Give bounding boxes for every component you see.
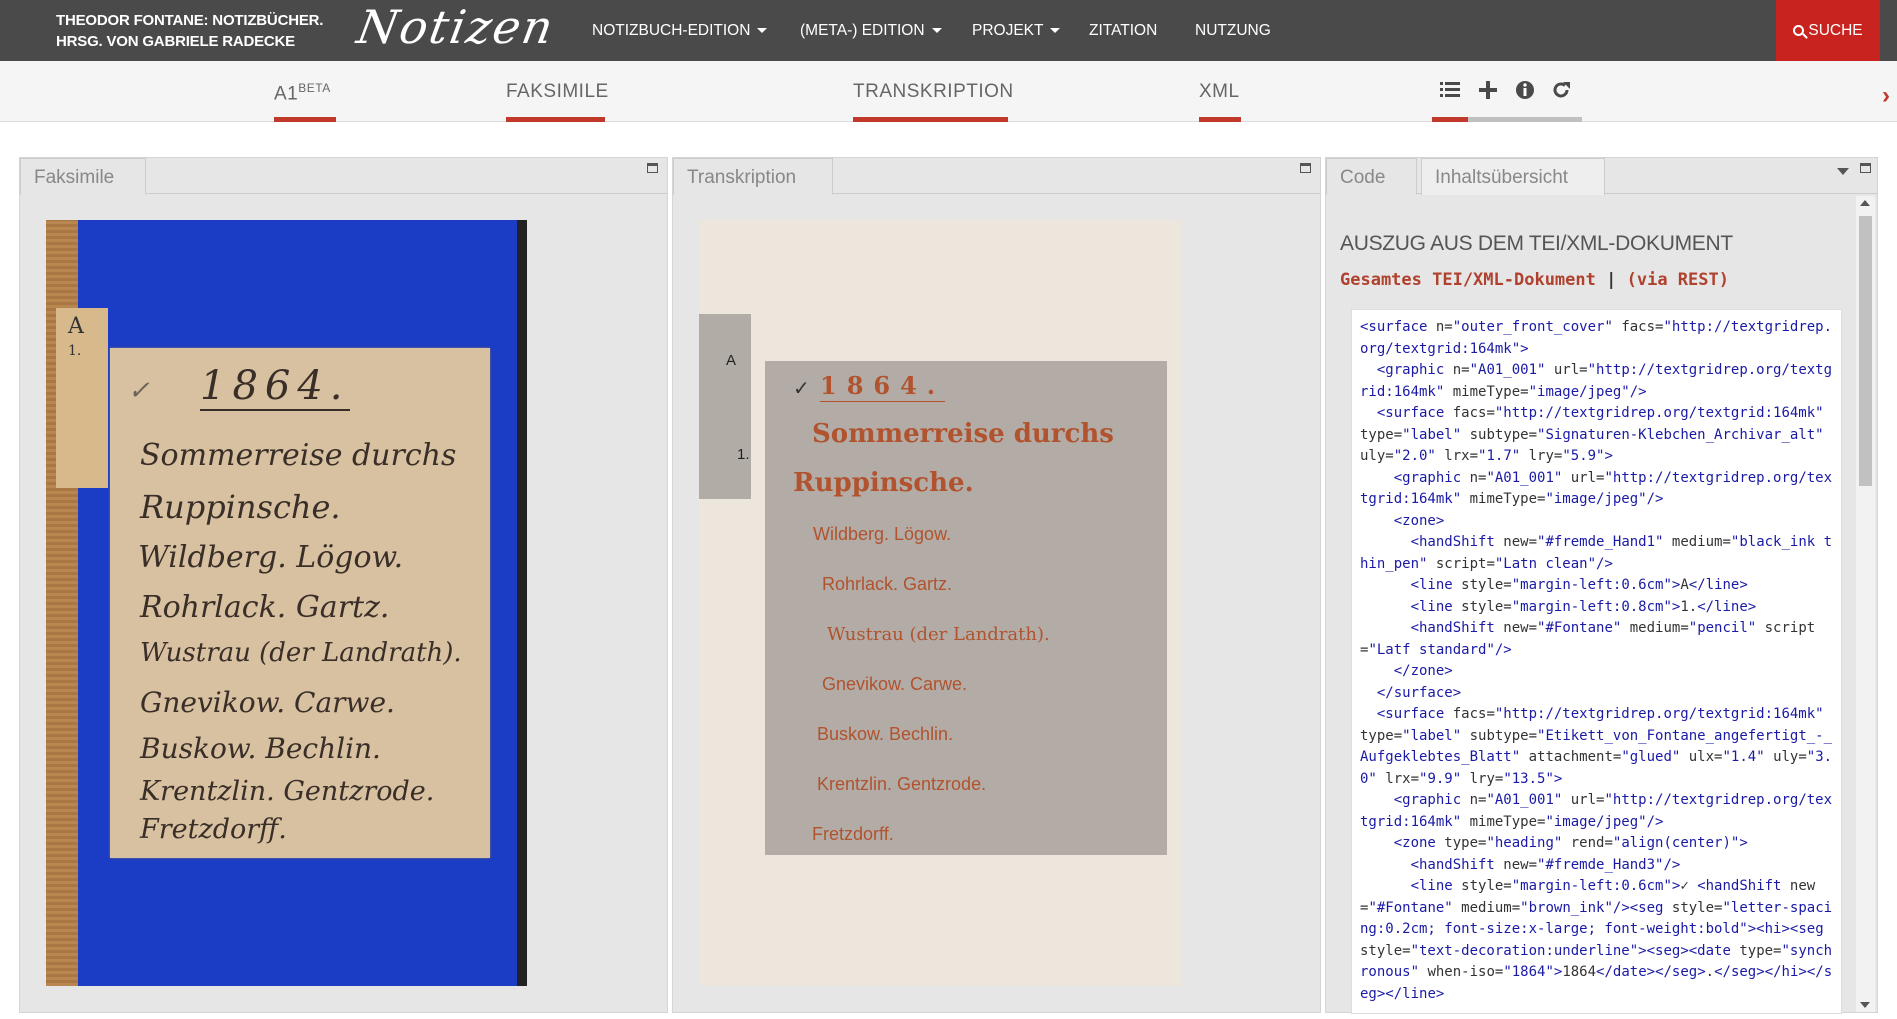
search-icon <box>1793 25 1805 36</box>
maximize-icon[interactable] <box>647 163 658 173</box>
beta-badge: BETA <box>298 81 331 95</box>
scrollbar[interactable] <box>1856 196 1875 1012</box>
tab-transkription[interactable]: TRANSKRIPTION <box>853 61 1013 122</box>
place-line: Wildberg. Lögow. <box>813 524 952 544</box>
top-navbar: THEODOR FONTANE: NOTIZBÜCHER. HRSG. VON … <box>0 0 1897 61</box>
hw-line: Rohrlack. Gartz. <box>140 590 390 625</box>
tab-faksimile-panel[interactable]: Faksimile <box>20 158 146 195</box>
tab-underline <box>1199 117 1241 122</box>
panel-tabs: Transkription <box>673 158 1320 195</box>
title-line-1: Sommerreise durchs <box>812 419 1114 449</box>
brand-line-2: HRSG. VON GABRIELE RADECKE <box>56 33 295 50</box>
place-line: Fretzdorff. <box>812 824 894 844</box>
sig-1: 1. <box>68 343 82 359</box>
faksimile-panel: Faksimile A 1. ✓ 1864. Sommerreise durch… <box>19 157 668 1013</box>
handwritten-label: ✓ 1864. Sommerreise durchs Ruppinsche. W… <box>110 348 490 858</box>
tab-a1[interactable]: A1BETA <box>274 61 336 122</box>
site-brand[interactable]: THEODOR FONTANE: NOTIZBÜCHER. HRSG. VON … <box>56 10 323 52</box>
nav-label: ZITATION <box>1089 21 1158 39</box>
sig-a: A <box>726 352 737 369</box>
nav-nutzung[interactable]: NUTZUNG <box>1195 0 1271 61</box>
tab-transkription-panel[interactable]: Transkription <box>673 158 833 195</box>
chevron-right-icon[interactable]: › <box>1882 82 1890 110</box>
sig-1: 1. <box>737 446 750 463</box>
caret-down-icon <box>931 28 942 33</box>
dropdown-icon[interactable] <box>1837 168 1849 176</box>
nav-label: PROJEKT <box>972 21 1044 39</box>
check-mark: ✓ <box>128 376 150 406</box>
scroll-down-icon[interactable] <box>1860 1002 1870 1008</box>
place-line: Rohrlack. Gartz. <box>822 574 953 594</box>
plus-icon[interactable] <box>1477 79 1499 101</box>
search-label: SUCHE <box>1808 21 1863 39</box>
code-heading: AUSZUG AUS DEM TEI/XML-DOKUMENT <box>1340 232 1733 255</box>
transcription-label: ✓ 1864. Sommerreise durchs Ruppinsche. W… <box>765 361 1167 855</box>
hw-line: Wildberg. Lögow. <box>138 540 404 575</box>
tab-inhaltsuebersicht[interactable]: Inhaltsübersicht <box>1421 158 1605 195</box>
place-line: Gnevikow. Carwe. <box>822 674 968 694</box>
tab-underline <box>506 117 605 122</box>
tab-label: XML <box>1199 81 1240 102</box>
refresh-icon[interactable] <box>1550 79 1572 101</box>
tab-label: FAKSIMILE <box>506 81 609 102</box>
tab-underline <box>274 117 336 122</box>
nav-label: NOTIZBUCH-EDITION <box>592 21 751 39</box>
nav-zitation[interactable]: ZITATION <box>1089 0 1157 61</box>
tools-underline-active <box>1432 117 1468 122</box>
tab-faksimile[interactable]: FAKSIMILE <box>506 61 608 122</box>
nav-notizbuch-edition[interactable]: NOTIZBUCH-EDITION <box>592 0 768 61</box>
check-mark: ✓ <box>793 378 810 400</box>
transcription-signature: A 1. <box>699 314 751 499</box>
maximize-icon[interactable] <box>1860 163 1871 173</box>
full-document-link[interactable]: Gesamtes TEI/XML-Dokument <box>1340 270 1596 290</box>
link-separator: | <box>1606 270 1617 290</box>
hw-line: Fretzdorff. <box>140 814 287 845</box>
tab-code[interactable]: Code <box>1326 158 1417 195</box>
xml-code-block[interactable]: <surface n="outer_front_cover" facs="htt… <box>1351 309 1842 1014</box>
nav-projekt[interactable]: PROJEKT <box>972 0 1061 61</box>
transkription-panel: Transkription A 1. ✓ 1864. Sommerreise d… <box>672 157 1321 1013</box>
nav-label: (META-) EDITION <box>800 21 925 39</box>
scroll-up-icon[interactable] <box>1860 200 1870 206</box>
nav-meta-edition[interactable]: (META-) EDITION <box>800 0 942 61</box>
hw-line: Sommerreise durchs <box>140 438 457 473</box>
view-tabs-bar: A1BETA FAKSIMILE TRANSKRIPTION XML <box>0 61 1897 122</box>
caret-down-icon <box>1050 28 1061 33</box>
transcription-page: A 1. ✓ 1864. Sommerreise durchs Ruppinsc… <box>699 220 1181 986</box>
place-line: Wustrau (der Landrath). <box>827 624 1050 645</box>
tools-underline <box>1432 117 1582 122</box>
sig-a: A <box>68 314 84 339</box>
scroll-thumb[interactable] <box>1859 216 1872 486</box>
hw-line: Wustrau (der Landrath). <box>140 638 462 668</box>
facsimile-image[interactable]: A 1. ✓ 1864. Sommerreise durchs Ruppinsc… <box>46 220 527 986</box>
nav-label: NUTZUNG <box>1195 21 1271 39</box>
tab-underline <box>853 117 1008 122</box>
code-links: Gesamtes TEI/XML-Dokument | (via REST) <box>1340 270 1729 290</box>
notizen-logo[interactable]: Notizen <box>353 0 559 54</box>
tab-label: TRANSKRIPTION <box>853 81 1014 102</box>
brand-line-1: THEODOR FONTANE: NOTIZBÜCHER. <box>56 12 324 29</box>
hw-line: Krentzlin. Gentzrode. <box>140 776 435 807</box>
rest-link[interactable]: (via REST) <box>1627 270 1729 290</box>
hw-year: 1864. <box>200 363 350 411</box>
panel-tabs: Faksimile <box>20 158 667 195</box>
panel-tabs: Code Inhaltsübersicht <box>1326 158 1877 195</box>
book-edge <box>517 220 527 986</box>
list-icon[interactable] <box>1439 79 1461 101</box>
title-line-2: Ruppinsche. <box>793 468 974 498</box>
hw-line: Ruppinsche. <box>140 488 341 526</box>
place-line: Krentzlin. Gentzrode. <box>817 774 987 794</box>
hw-line: Gnevikow. Carwe. <box>140 686 395 719</box>
hw-line: Buskow. Bechlin. <box>140 732 381 765</box>
year-heading: 1864. <box>820 371 946 402</box>
info-icon[interactable] <box>1514 79 1536 101</box>
tab-xml[interactable]: XML <box>1199 61 1241 122</box>
place-line: Buskow. Bechlin. <box>817 724 954 744</box>
code-panel: Code Inhaltsübersicht AUSZUG AUS DEM TEI… <box>1325 157 1878 1014</box>
signature-label: A 1. <box>56 308 108 488</box>
maximize-icon[interactable] <box>1300 163 1311 173</box>
notebook-id: A1 <box>274 83 299 105</box>
search-button[interactable]: SUCHE <box>1776 0 1880 61</box>
caret-down-icon <box>757 28 768 33</box>
